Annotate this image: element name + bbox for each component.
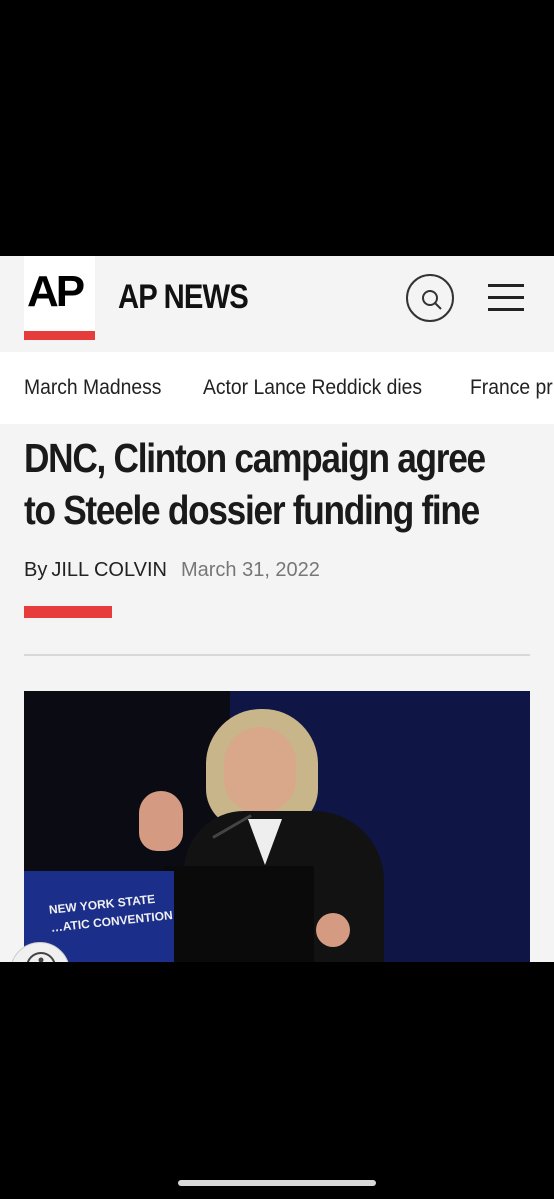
- byline: By JILL COLVIN March 31, 2022: [24, 559, 320, 582]
- article-content: DNC, Clinton campaign agree to Steele do…: [0, 424, 554, 962]
- brand-title[interactable]: AP NEWS: [118, 278, 249, 317]
- photo-podium: [164, 866, 314, 962]
- ap-logo-text: AP: [27, 267, 85, 316]
- photo-raised-hand: [139, 791, 183, 851]
- logo-red-bar: [24, 331, 95, 340]
- article-photo[interactable]: NEW YORK STATE …ATIC CONVENTION: [24, 691, 530, 962]
- accessibility-icon: [26, 952, 56, 962]
- site-header: AP AP NEWS: [0, 256, 554, 352]
- author-link[interactable]: JILL COLVIN: [51, 559, 167, 581]
- nav-item-lance-reddick[interactable]: Actor Lance Reddick dies: [203, 376, 422, 400]
- nav-item-france[interactable]: France pr: [470, 376, 553, 400]
- hamburger-menu-icon: [488, 284, 524, 287]
- article-headline: DNC, Clinton campaign agree to Steele do…: [24, 435, 486, 533]
- accent-rule: [24, 606, 112, 618]
- byline-prefix: By: [24, 559, 48, 581]
- home-indicator[interactable]: [178, 1180, 376, 1186]
- trending-nav: March Madness Actor Lance Reddick dies F…: [0, 352, 554, 424]
- search-button[interactable]: [406, 274, 454, 322]
- publish-date: March 31, 2022: [180, 559, 320, 581]
- divider: [24, 654, 530, 656]
- menu-button[interactable]: [488, 282, 526, 312]
- ap-logo[interactable]: AP: [24, 256, 95, 340]
- top-letterbox: [0, 0, 554, 256]
- nav-item-march-madness[interactable]: March Madness: [24, 376, 161, 400]
- photo-hand-on-podium: [316, 913, 350, 947]
- photo-subject-face: [224, 727, 296, 813]
- search-icon: [422, 290, 442, 310]
- bottom-letterbox: [0, 962, 554, 1199]
